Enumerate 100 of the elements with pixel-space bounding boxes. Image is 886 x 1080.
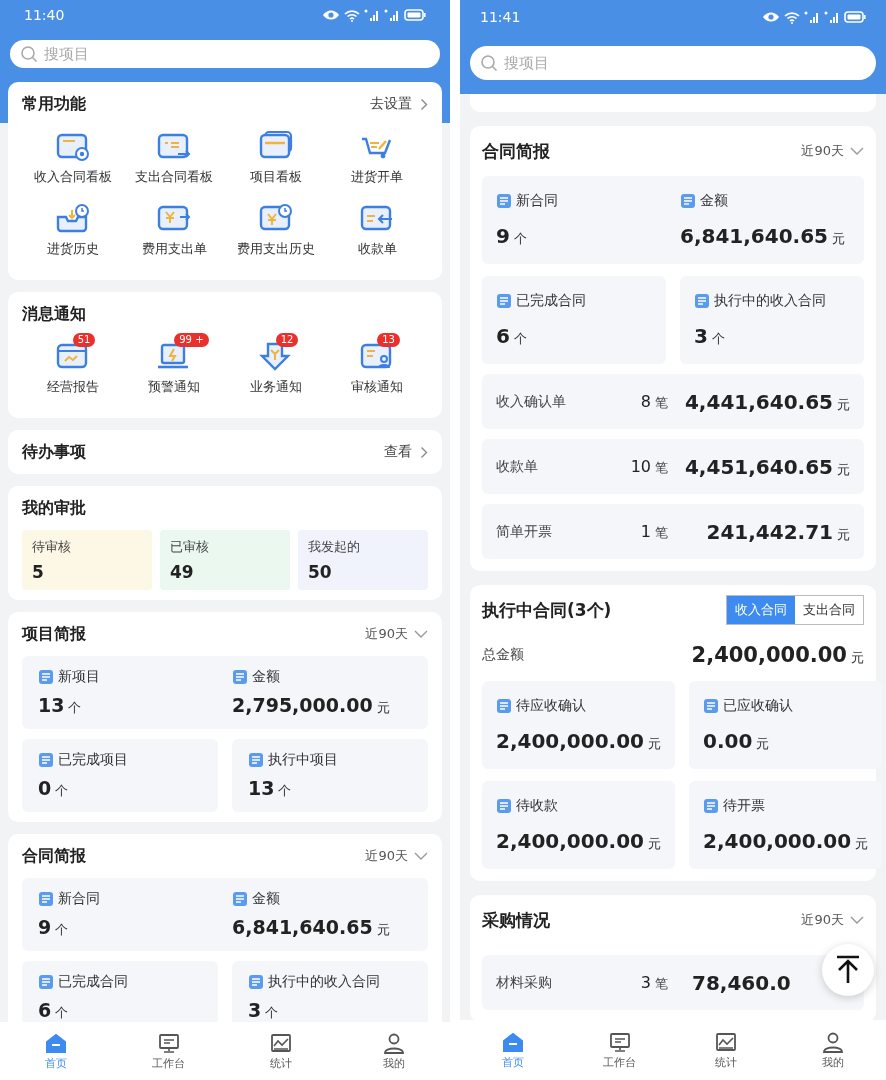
unit-label: 个 bbox=[513, 230, 527, 248]
count-value: 3 bbox=[640, 972, 651, 992]
shortcut-item[interactable]: 费用支出历史 bbox=[225, 198, 327, 270]
nav-tab[interactable]: 我的 bbox=[779, 1020, 886, 1080]
document-icon bbox=[496, 193, 512, 209]
nav-tab[interactable]: 工作台 bbox=[112, 1022, 225, 1080]
document-icon bbox=[38, 669, 54, 685]
search-field[interactable]: 搜项目 bbox=[470, 46, 876, 80]
stat-label: 执行中的收入合同 bbox=[268, 973, 380, 991]
document-icon bbox=[496, 698, 512, 714]
notice-item[interactable]: 99 + 预警通知 bbox=[123, 336, 225, 408]
document-icon bbox=[496, 798, 512, 814]
notice-item[interactable]: 13 审核通知 bbox=[326, 336, 428, 408]
approval-tile[interactable]: 我发起的 50 bbox=[298, 530, 428, 590]
document-icon bbox=[248, 974, 264, 990]
count-badge: 12 bbox=[275, 333, 299, 347]
nav-tab[interactable]: 统计 bbox=[225, 1022, 338, 1080]
section-title: 消息通知 bbox=[22, 303, 86, 325]
stat-label: 金额 bbox=[700, 192, 728, 210]
stat-value: 2,400,000.00 bbox=[703, 829, 852, 853]
notice-item[interactable]: 12 业务通知 bbox=[225, 336, 327, 408]
unit-label: 元 bbox=[851, 649, 864, 667]
period-dropdown[interactable]: 近90天 bbox=[801, 911, 864, 929]
period-dropdown[interactable]: 近90天 bbox=[365, 625, 428, 643]
document-icon bbox=[680, 193, 696, 209]
wifi-icon bbox=[344, 8, 360, 22]
home-icon bbox=[501, 1030, 526, 1053]
total-value: 2,400,000.00 bbox=[691, 643, 847, 667]
document-icon bbox=[248, 752, 264, 768]
shortcut-item[interactable]: 费用支出单 bbox=[123, 198, 225, 270]
link-button[interactable]: 去设置 bbox=[370, 95, 428, 113]
chart-icon bbox=[714, 1030, 739, 1053]
search-field[interactable]: 搜项目 bbox=[10, 40, 440, 68]
stat-label: 已完成项目 bbox=[58, 751, 128, 769]
eye-icon bbox=[322, 9, 340, 21]
unit-label: 元 bbox=[855, 835, 869, 853]
amount-value: 4,441,640.65 bbox=[684, 389, 833, 414]
home-icon bbox=[44, 1031, 69, 1054]
stat-value: 0 bbox=[38, 777, 52, 799]
battery-icon bbox=[844, 11, 866, 23]
row-label: 收入确认单 bbox=[496, 392, 567, 411]
row-label: 材料采购 bbox=[496, 973, 553, 992]
approval-tile[interactable]: 待审核 5 bbox=[22, 530, 152, 590]
stat-value: 2,400,000.00 bbox=[496, 829, 645, 853]
signal-icon bbox=[824, 11, 840, 23]
tile-label: 我发起的 bbox=[308, 538, 360, 556]
stat-value: 6,841,640.65 bbox=[680, 224, 829, 248]
stat-value: 3 bbox=[694, 324, 708, 348]
stat-label: 新项目 bbox=[58, 668, 100, 686]
shortcut-item[interactable]: 收入合同看板 bbox=[22, 126, 124, 198]
tile-value: 5 bbox=[32, 562, 44, 582]
nav-tab[interactable]: 我的 bbox=[337, 1022, 450, 1080]
document-icon bbox=[694, 293, 710, 309]
document-icon bbox=[703, 698, 720, 714]
stat-value: 6 bbox=[38, 999, 52, 1021]
stat-label: 已完成合同 bbox=[58, 973, 128, 991]
stat-label: 待应收确认 bbox=[516, 697, 586, 715]
nav-tab[interactable]: 首页 bbox=[460, 1020, 567, 1080]
shortcut-item[interactable]: 支出合同看板 bbox=[123, 126, 225, 198]
stat-value: 13 bbox=[38, 694, 65, 716]
unit-label: 元 bbox=[756, 735, 770, 753]
document-icon bbox=[38, 891, 54, 907]
unit-label: 个 bbox=[711, 330, 725, 348]
signal-icon bbox=[804, 11, 820, 23]
document-icon bbox=[232, 891, 248, 907]
shortcut-item[interactable]: 进货开单 bbox=[326, 126, 428, 198]
unit-label: 个 bbox=[278, 782, 292, 800]
arrow-up-icon bbox=[835, 955, 861, 985]
eye-icon bbox=[762, 11, 780, 23]
stat-label: 已完成合同 bbox=[516, 292, 586, 310]
chevron-right-icon bbox=[420, 97, 428, 111]
section-title: 合同简报 bbox=[482, 139, 550, 163]
approval-tile[interactable]: 已审核 49 bbox=[160, 530, 290, 590]
nav-tab[interactable]: 统计 bbox=[673, 1020, 780, 1080]
chevron-down-icon bbox=[414, 852, 428, 860]
signal-icon bbox=[384, 9, 400, 21]
nav-tab[interactable]: 工作台 bbox=[566, 1020, 673, 1080]
period-dropdown[interactable]: 近90天 bbox=[801, 142, 864, 160]
shortcut-item[interactable]: 项目看板 bbox=[225, 126, 327, 198]
shortcut-item[interactable]: 进货历史 bbox=[22, 198, 124, 270]
period-dropdown[interactable]: 近90天 bbox=[365, 847, 428, 865]
unit-label: 元 bbox=[648, 835, 662, 853]
stat-label: 新合同 bbox=[58, 890, 100, 908]
signal-icon bbox=[364, 9, 380, 21]
unit-label: 个 bbox=[513, 330, 527, 348]
document-icon bbox=[38, 974, 54, 990]
document-icon bbox=[38, 752, 54, 768]
link-button[interactable]: 查看 bbox=[384, 443, 428, 461]
section-title: 待办事项 bbox=[22, 441, 86, 463]
chevron-down-icon bbox=[850, 147, 864, 155]
nav-tab[interactable]: 首页 bbox=[0, 1022, 113, 1080]
chevron-down-icon bbox=[850, 916, 864, 924]
stat-value: 13 bbox=[248, 777, 275, 799]
shortcut-item[interactable]: 收款单 bbox=[326, 198, 428, 270]
chart-icon bbox=[269, 1031, 294, 1054]
unit-label: 元 bbox=[837, 460, 850, 479]
unit-label: 笔 bbox=[655, 393, 668, 412]
notice-item[interactable]: 51 经营报告 bbox=[22, 336, 124, 408]
amount-value: 78,460.0 bbox=[692, 970, 791, 995]
stat-label: 金额 bbox=[252, 890, 280, 908]
